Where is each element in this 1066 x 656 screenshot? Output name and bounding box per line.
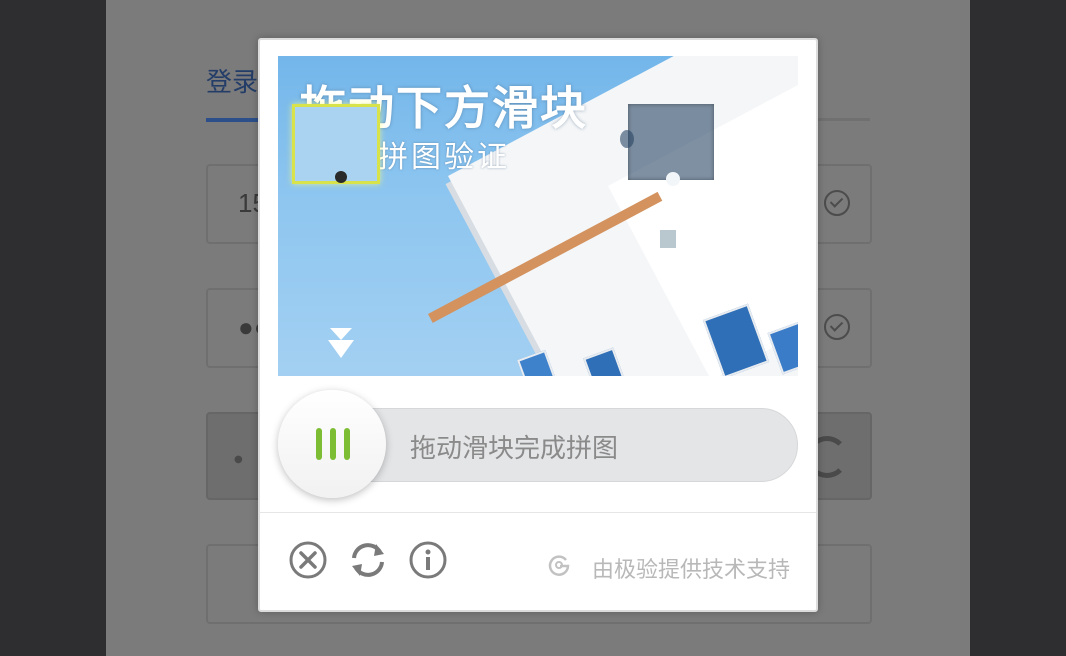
grip-line: [330, 428, 336, 460]
captcha-dialog: 拖动下方滑块 拼图验证 拖动滑块完成拼图 由极验提供技术支持: [258, 38, 818, 612]
puzzle-target-slot: [620, 104, 714, 186]
login-tab-underline: [206, 118, 264, 122]
geetest-logo-icon: [548, 555, 570, 576]
puzzle-image: 拖动下方滑块 拼图验证: [278, 56, 798, 376]
refresh-icon[interactable]: [348, 540, 388, 580]
slider-hint: 拖动滑块完成拼图: [410, 434, 619, 464]
login-tab[interactable]: 登录: [206, 62, 258, 99]
brand-text[interactable]: 由极验提供技术支持: [592, 552, 790, 584]
check-icon: [824, 190, 850, 216]
slider-knob[interactable]: [278, 390, 386, 498]
grip-line: [344, 428, 350, 460]
grip-line: [316, 428, 322, 460]
puzzle-piece[interactable]: [292, 104, 380, 184]
info-icon[interactable]: [408, 540, 448, 580]
check-icon: [824, 314, 850, 340]
close-icon[interactable]: [288, 540, 328, 580]
footer-divider: [260, 512, 816, 513]
puzzle-subtitle: 拼图验证: [378, 140, 510, 175]
window: [658, 228, 678, 250]
down-arrow-icon: [328, 328, 354, 358]
